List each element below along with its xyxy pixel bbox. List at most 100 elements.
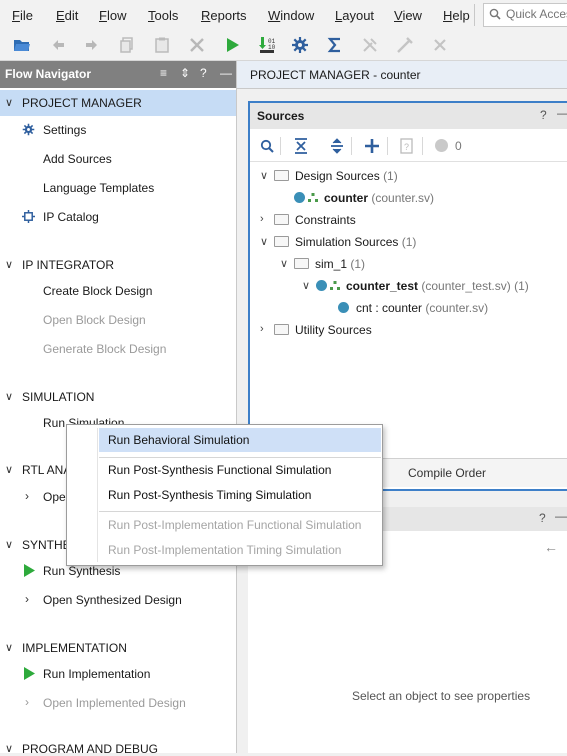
redo-icon[interactable] (83, 36, 101, 54)
paste-icon[interactable] (153, 36, 171, 54)
menu-reports[interactable]: Reports (201, 8, 247, 23)
collapse-caret-icon[interactable]: ∨ (260, 169, 268, 182)
chevron-right-icon[interactable]: › (25, 489, 29, 503)
nav-section-rtl-analysis[interactable]: RTL ANA (22, 463, 71, 477)
flow-navigator-panel: Flow Navigator ≡ ⇕ ? — ∨ PROJECT MANAGER… (0, 61, 237, 756)
collapse-caret-icon[interactable]: ∨ (5, 390, 13, 403)
nav-item-create-block-design[interactable]: Create Block Design (43, 284, 152, 298)
status-count: 0 (455, 139, 462, 153)
collapse-caret-icon[interactable]: ∨ (260, 235, 268, 248)
run-synthesis-icon (24, 564, 35, 577)
toolbar-divider (422, 137, 423, 155)
menu-tools[interactable]: Tools (148, 8, 178, 23)
expand-all-icon[interactable] (330, 138, 344, 154)
tree-constraints[interactable]: Constraints (274, 213, 356, 227)
chevron-right-icon[interactable]: › (25, 695, 29, 709)
minimize-icon[interactable]: — (220, 66, 232, 80)
nav-section-project-manager[interactable]: ∨ PROJECT MANAGER (0, 90, 236, 116)
nav-item-generate-block-design[interactable]: Generate Block Design (43, 342, 166, 356)
collapse-caret-icon[interactable]: ∨ (280, 257, 288, 270)
menu-item-run-post-synthesis-timing[interactable]: Run Post-Synthesis Timing Simulation (108, 488, 311, 502)
nav-item-run-synthesis[interactable]: Run Synthesis (43, 564, 120, 578)
chevron-right-icon[interactable]: › (260, 213, 264, 225)
collapse-caret-icon[interactable]: ∨ (5, 96, 13, 109)
collapse-caret-icon[interactable]: ∨ (5, 463, 13, 476)
menu-window[interactable]: Window (268, 8, 314, 23)
tree-file: (counter.sv) (371, 191, 435, 205)
minimize-icon[interactable]: — (555, 509, 567, 523)
disabled-tool-icon-2[interactable] (396, 36, 414, 54)
menu-file[interactable]: File (12, 8, 33, 23)
collapse-all-icon[interactable]: ≡ (160, 66, 167, 80)
tree-sim-1[interactable]: sim_1 (1) (294, 257, 365, 271)
nav-item-language-templates[interactable]: Language Templates (43, 181, 154, 195)
program-device-icon[interactable]: 01 10 (258, 36, 276, 54)
nav-item-open-block-design[interactable]: Open Block Design (43, 313, 146, 327)
tree-counter-test[interactable]: counter_test (counter_test.sv) (1) (316, 279, 529, 293)
menu-item-run-behavioral-simulation[interactable]: Run Behavioral Simulation (108, 433, 249, 447)
menu-item-run-post-implementation-timing[interactable]: Run Post-Implementation Timing Simulatio… (108, 543, 341, 557)
tree-label: Utility Sources (295, 323, 372, 337)
menu-flow[interactable]: Flow (99, 8, 126, 23)
tree-design-sources[interactable]: Design Sources (1) (274, 169, 398, 183)
nav-section-implementation[interactable]: IMPLEMENTATION (22, 641, 127, 655)
nav-section-ip-integrator[interactable]: IP INTEGRATOR (22, 258, 114, 272)
disabled-tool-icon[interactable] (361, 36, 379, 54)
delete-icon[interactable] (188, 36, 206, 54)
collapse-caret-icon[interactable]: ∨ (5, 258, 13, 271)
run-icon[interactable] (223, 36, 241, 54)
tree-simulation-sources[interactable]: Simulation Sources (1) (274, 235, 416, 249)
minimize-icon[interactable]: — (557, 106, 567, 120)
quick-access-input[interactable] (506, 7, 567, 21)
nav-section-program-and-debug[interactable]: PROGRAM AND DEBUG (22, 742, 158, 756)
nav-section-synthesis[interactable]: SYNTHE (22, 538, 71, 552)
settings-icon[interactable] (291, 36, 309, 54)
add-sources-icon[interactable] (364, 138, 380, 154)
collapse-all-icon[interactable] (294, 138, 308, 154)
menu-item-run-post-implementation-functional[interactable]: Run Post-Implementation Functional Simul… (108, 518, 361, 532)
back-arrow-icon[interactable]: ← (544, 539, 558, 555)
help-icon[interactable]: ? (200, 66, 207, 80)
nav-item-open-elaborated-design[interactable]: Ope (43, 490, 66, 504)
nav-section-simulation[interactable]: SIMULATION (22, 390, 94, 404)
sigma-icon[interactable] (326, 36, 344, 54)
quick-access-box[interactable] (483, 3, 567, 27)
expand-icon[interactable]: ⇕ (180, 66, 190, 80)
menu-item-run-post-synthesis-functional[interactable]: Run Post-Synthesis Functional Simulation (108, 463, 331, 477)
collapse-caret-icon[interactable]: ∨ (5, 742, 13, 755)
tree-count: (1) (383, 169, 398, 183)
copy-icon[interactable] (118, 36, 136, 54)
collapse-caret-icon[interactable]: ∨ (5, 538, 13, 551)
collapse-caret-icon[interactable]: ∨ (302, 279, 310, 292)
tree-count: (1) (350, 257, 366, 271)
search-icon[interactable] (260, 139, 274, 153)
nav-item-run-implementation[interactable]: Run Implementation (43, 667, 150, 681)
help-icon[interactable]: ? (540, 108, 547, 122)
hierarchy-icon (330, 281, 340, 290)
chevron-right-icon[interactable]: › (25, 592, 29, 606)
hierarchy-icon (308, 193, 318, 202)
nav-item-open-synthesized-design[interactable]: Open Synthesized Design (43, 593, 182, 607)
nav-item-add-sources[interactable]: Add Sources (43, 152, 112, 166)
menu-view[interactable]: View (394, 8, 422, 23)
menu-edit[interactable]: Edit (56, 8, 78, 23)
nav-item-settings[interactable]: Settings (43, 123, 86, 137)
help-icon[interactable]: ? (539, 511, 546, 525)
disabled-tool-icon-3[interactable] (431, 36, 449, 54)
tree-label: Constraints (295, 213, 356, 227)
tree-count: (1) (514, 279, 529, 293)
collapse-caret-icon[interactable]: ∨ (5, 641, 13, 654)
tree-utility-sources[interactable]: Utility Sources (274, 323, 372, 337)
nav-item-open-implemented-design[interactable]: Open Implemented Design (43, 696, 186, 710)
menu-help[interactable]: Help (443, 8, 470, 23)
tree-counter[interactable]: counter (counter.sv) (294, 191, 434, 205)
tab-compile-order[interactable]: Compile Order (408, 466, 486, 480)
chevron-right-icon[interactable]: › (260, 323, 264, 335)
tree-label: cnt : counter (356, 301, 423, 315)
undo-icon[interactable] (49, 36, 67, 54)
tree-cnt-instance[interactable]: cnt : counter (counter.sv) (338, 301, 488, 315)
properties-icon[interactable]: ? (400, 138, 413, 154)
nav-item-ip-catalog[interactable]: IP Catalog (43, 210, 99, 224)
menu-layout[interactable]: Layout (335, 8, 374, 23)
open-project-icon[interactable] (13, 36, 31, 54)
